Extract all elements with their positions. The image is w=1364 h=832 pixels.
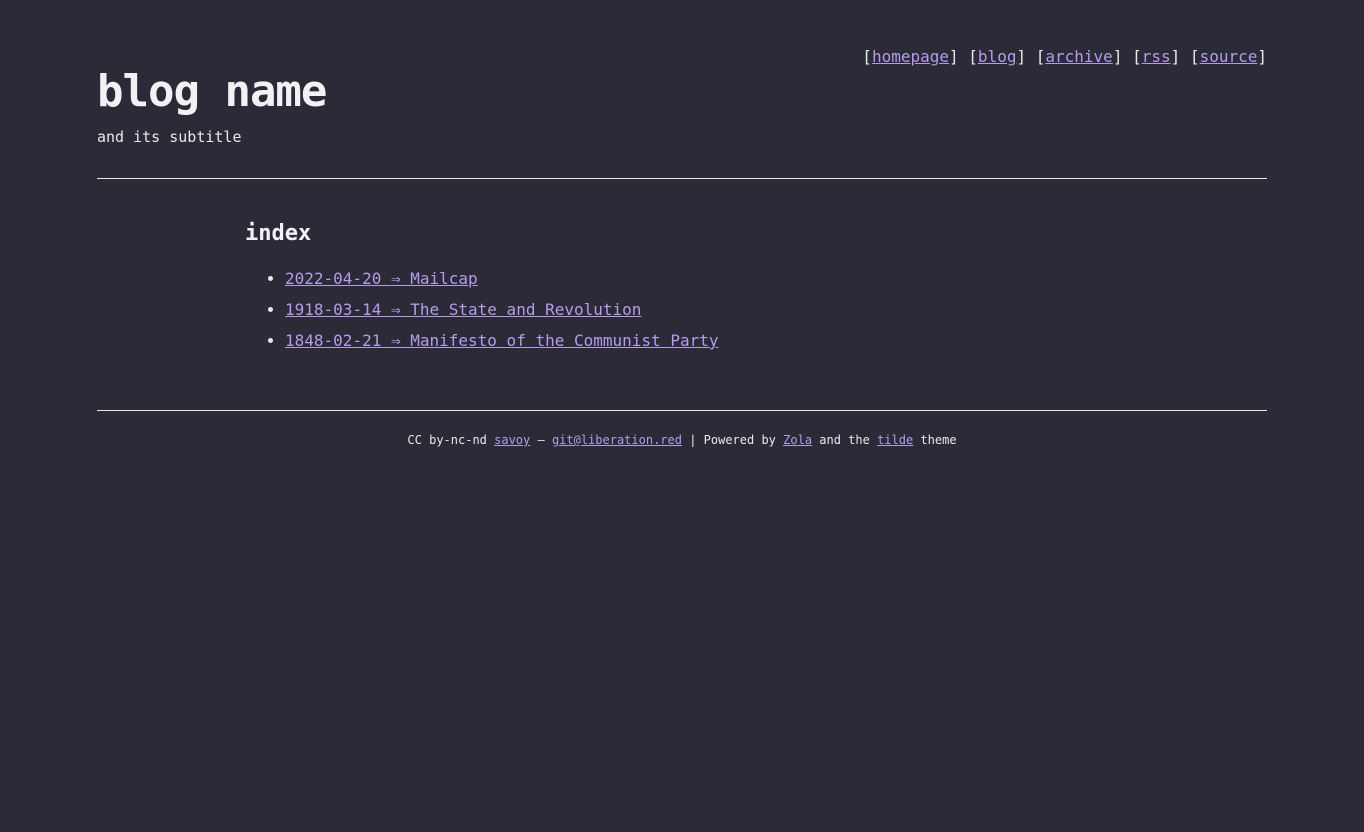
nav-link-archive[interactable]: archive	[1045, 47, 1112, 66]
nav-bracket-open: [	[862, 47, 872, 66]
and-the-text: and the	[812, 433, 878, 447]
list-item: 1918-03-14 ⇒ The State and Revolution	[285, 294, 718, 325]
nav-link-blog[interactable]: blog	[978, 47, 1017, 66]
list-item: 2022-04-20 ⇒ Mailcap	[285, 263, 718, 294]
nav-bracket-close: ]	[1257, 47, 1267, 66]
list-item: 1848-02-21 ⇒ Manifesto of the Communist …	[285, 325, 718, 356]
nav-bracket-close: ]	[1016, 47, 1027, 66]
author-link[interactable]: savoy	[494, 433, 530, 447]
nav-bracket-open: [	[1132, 47, 1142, 66]
theme-text: theme	[913, 433, 957, 447]
nav-bracket-open: [	[1189, 47, 1200, 66]
nav-bracket-close: ]	[1112, 47, 1123, 66]
theme-link[interactable]: tilde	[877, 433, 913, 447]
post-link[interactable]: 1918-03-14 ⇒ The State and Revolution	[285, 300, 641, 319]
site-title: blog name	[97, 66, 327, 117]
section-title: index	[245, 221, 312, 246]
post-link[interactable]: 1848-02-21 ⇒ Manifesto of the Communist …	[285, 331, 718, 350]
powered-by-text: | Powered by	[681, 433, 784, 447]
nav-link-rss[interactable]: rss	[1142, 47, 1171, 66]
zola-link[interactable]: Zola	[783, 433, 812, 447]
nav-link-homepage[interactable]: homepage	[872, 47, 949, 66]
nav-link-source[interactable]: source	[1200, 47, 1258, 66]
email-link[interactable]: git@liberation.red	[552, 433, 682, 447]
site-subtitle: and its subtitle	[97, 128, 242, 146]
nav-bracket-close: ]	[949, 47, 959, 66]
site-footer: CC by-nc-nd savoy — git@liberation.red |…	[97, 411, 1267, 449]
post-link[interactable]: 2022-04-20 ⇒ Mailcap	[285, 269, 478, 288]
footer-dash: —	[530, 433, 552, 447]
site-header: blog name and its subtitle [homepage] [b…	[97, 0, 1267, 179]
main-content: index 2022-04-20 ⇒ Mailcap 1918-03-14 ⇒ …	[97, 179, 1267, 411]
post-list: 2022-04-20 ⇒ Mailcap 1918-03-14 ⇒ The St…	[245, 263, 718, 356]
top-nav: [homepage] [blog] [archive] [rss] [sourc…	[862, 45, 1267, 69]
page: blog name and its subtitle [homepage] [b…	[97, 0, 1267, 832]
license-text: CC by-nc-nd	[407, 433, 495, 447]
nav-bracket-open: [	[968, 47, 978, 66]
nav-bracket-open: [	[1035, 47, 1046, 66]
nav-bracket-close: ]	[1170, 47, 1181, 66]
